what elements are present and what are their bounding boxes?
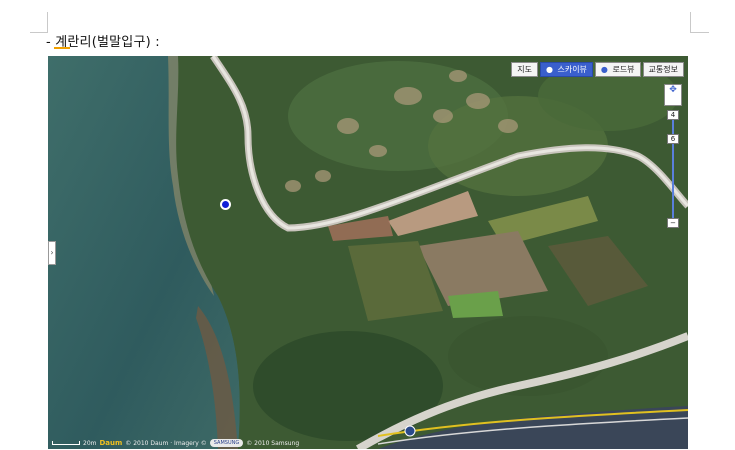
- map-type-map-button[interactable]: 지도: [511, 62, 538, 77]
- map-type-traffic-label: 교통정보: [648, 65, 678, 74]
- side-panel-toggle[interactable]: ›: [48, 241, 56, 265]
- compass-icon: ✥: [669, 85, 677, 95]
- location-marker-icon[interactable]: [220, 199, 231, 210]
- map-copyright: 20m Daum © 2010 Daum · Imagery © SAMSUNG…: [52, 439, 299, 447]
- daum-logo: Daum: [99, 439, 123, 447]
- satellite-imagery: [48, 56, 688, 449]
- satellite-map[interactable]: › 지도 ● 스카이뷰 ● 로드뷰 교통정보 ✥ 4 6 − 20m Daum …: [48, 56, 688, 449]
- road-shield-icon: [404, 425, 416, 437]
- crop-mark-top-right-vertical: [690, 12, 691, 33]
- scale-label: 20m: [83, 439, 97, 447]
- person-icon: ●: [600, 65, 608, 74]
- map-type-traffic-button[interactable]: 교통정보: [642, 62, 684, 77]
- crop-mark-top-right-horizontal: [690, 32, 709, 33]
- samsung-logo: SAMSUNG: [209, 439, 244, 447]
- map-type-map-label: 지도: [517, 65, 532, 74]
- zoom-out-button[interactable]: −: [667, 218, 679, 228]
- zoom-slider-track: [672, 110, 674, 228]
- spellcheck-underline: [54, 47, 70, 49]
- crop-mark-top-left-horizontal: [30, 32, 47, 33]
- map-type-skyview-label: 스카이뷰: [557, 65, 587, 74]
- scale-bar: [52, 441, 80, 445]
- provider-copyright-text: © 2010 Samsung: [246, 439, 300, 447]
- map-type-toolbar: 지도 ● 스카이뷰 ● 로드뷰 교통정보: [511, 62, 684, 77]
- crop-mark-top-left-vertical: [47, 12, 48, 33]
- location-heading: - 계란리(벌말입구) :: [46, 31, 160, 50]
- zoom-in-button[interactable]: 4: [667, 110, 679, 120]
- globe-icon: ●: [545, 65, 553, 74]
- map-type-roadview-button[interactable]: ● 로드뷰: [594, 62, 641, 77]
- zoom-level-handle[interactable]: 6: [667, 134, 679, 144]
- skyview-pan-button[interactable]: ✥: [664, 84, 682, 106]
- zoom-control: ✥ 4 6 −: [664, 84, 682, 228]
- map-type-skyview-button[interactable]: ● 스카이뷰: [539, 62, 593, 77]
- imagery-copyright-text: © 2010 Daum · Imagery ©: [125, 439, 207, 447]
- map-type-roadview-label: 로드뷰: [612, 65, 635, 74]
- zoom-slider[interactable]: 4 6 −: [664, 110, 682, 228]
